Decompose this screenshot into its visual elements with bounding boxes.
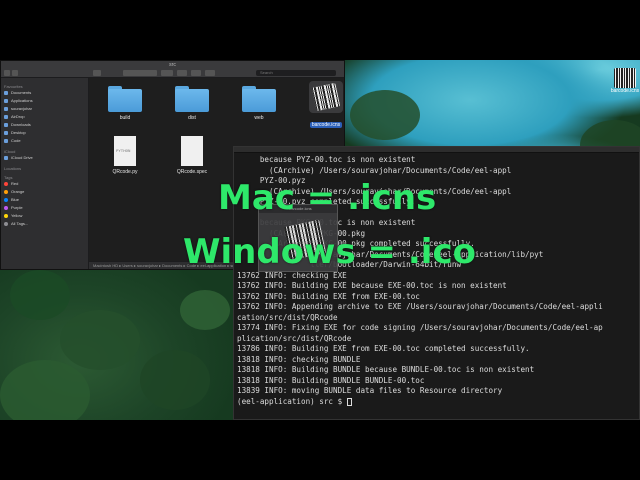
airdrop-icon [4, 115, 8, 119]
file-name: QRcode.py [112, 169, 138, 175]
action-button[interactable] [93, 70, 101, 76]
file-name-selected: barcode.icns [309, 122, 343, 128]
terminal-line: cation/src/dist/QRcode [237, 312, 338, 322]
sidebar-item-desktop[interactable]: Desktop [4, 129, 85, 137]
home-icon [4, 107, 8, 111]
file-item-web[interactable]: web [229, 86, 289, 121]
sidebar-item-code[interactable]: Code [4, 137, 85, 145]
group-button[interactable] [161, 70, 173, 76]
tag-color-icon [4, 206, 8, 210]
terminal-line: plication/src/dist/QRcode [237, 333, 352, 343]
terminal-line: 13774 INFO: Fixing EXE for code signing … [237, 323, 603, 332]
sidebar-item-downloads[interactable]: Downloads [4, 121, 85, 129]
python-file-icon: PYTHON [114, 136, 136, 166]
tag-color-icon [4, 222, 8, 226]
document-icon [181, 136, 203, 166]
sidebar-item-documents[interactable]: Documents [4, 89, 85, 97]
tag-color-icon [4, 190, 8, 194]
text-cursor [346, 397, 352, 406]
sidebar-item-icloud-drive[interactable]: iCloud Drive [4, 154, 85, 162]
tag-color-icon [4, 214, 8, 218]
terminal-line: 13762 INFO: Building EXE because EXE-00.… [237, 281, 507, 290]
terminal-line: 13786 INFO: Building EXE from EXE-00.toc… [237, 344, 530, 353]
terminal-prompt: (eel-application) src $ [237, 396, 343, 406]
terminal-prompt-line[interactable]: (eel-application) src $ [237, 397, 639, 408]
download-icon [4, 123, 8, 127]
terminal-line: 13762 INFO: checking EXE [237, 270, 347, 280]
letterbox-bottom [0, 420, 640, 480]
applications-icon [4, 99, 8, 103]
sidebar-tag-purple[interactable]: Purple [4, 204, 85, 212]
folder-icon [175, 86, 209, 112]
file-name: web [254, 115, 264, 121]
terminal-line: 13839 INFO: moving BUNDLE data files to … [237, 386, 503, 395]
sidebar-locations-header: Locations [4, 166, 22, 171]
barcode-icon [309, 81, 343, 113]
file-item-qrcode-py[interactable]: PYTHON QRcode.py [95, 136, 155, 175]
sidebar-item-airdrop[interactable]: AirDrop [4, 113, 85, 121]
desktop-file-label: barcode.icns [610, 88, 640, 94]
file-name: QRcode.spec [176, 169, 208, 175]
share-button[interactable] [177, 70, 187, 76]
sidebar-item-applications[interactable]: Applications [4, 97, 85, 105]
caption-windows: Windows = .ico [183, 232, 476, 272]
sidebar-tag-red[interactable]: Red [4, 180, 85, 188]
file-item-build[interactable]: build [95, 86, 155, 121]
terminal-line: 13818 INFO: Building BUNDLE BUNDLE-00.to… [237, 375, 425, 385]
terminal-line: 13818 INFO: checking BUNDLE [237, 354, 361, 364]
finder-title: src [169, 61, 176, 68]
finder-toolbar: Search [1, 68, 344, 78]
sidebar-tag-blue[interactable]: Blue [4, 196, 85, 204]
file-name: dist [188, 115, 196, 121]
letterbox-top [0, 0, 640, 60]
more-button[interactable] [205, 70, 215, 76]
barcode-icon [614, 68, 636, 88]
file-item-dist[interactable]: dist [162, 86, 222, 121]
caption-mac: Mac = .icns [218, 178, 437, 218]
desktop-icon [4, 131, 8, 135]
cloud-icon [4, 156, 8, 160]
finder-sidebar: Favourites Documents Applications sourav… [1, 78, 89, 269]
file-name: build [119, 115, 131, 121]
finder-titlebar[interactable]: src [1, 61, 344, 68]
folder-icon [4, 139, 8, 143]
terminal-line: 13818 INFO: Building BUNDLE because BUND… [237, 365, 535, 374]
tag-color-icon [4, 198, 8, 202]
sidebar-tag-all[interactable]: All Tags... [4, 220, 85, 228]
forward-button[interactable] [12, 70, 18, 76]
tags-button[interactable] [191, 70, 201, 76]
file-item-barcode-icns[interactable]: barcode.icns [296, 81, 344, 131]
sidebar-item-home[interactable]: souravjohar [4, 105, 85, 113]
view-mode-selector[interactable] [123, 70, 157, 76]
folder-icon [242, 86, 276, 112]
folder-icon [108, 86, 142, 112]
terminal-titlebar[interactable] [234, 147, 639, 153]
terminal-line: 13762 INFO: Appending archive to EXE /Us… [237, 302, 603, 311]
terminal-line: because PYZ-00.toc is non existent [237, 155, 416, 164]
file-item-qrcode-spec[interactable]: QRcode.spec [162, 136, 222, 175]
search-input[interactable]: Search [256, 70, 336, 76]
desktop-file-icon[interactable]: barcode.icns [610, 68, 640, 94]
folder-icon [4, 91, 8, 95]
terminal-line: (CArchive) /Users/souravjohar/Documents/… [237, 165, 512, 175]
tag-color-icon [4, 182, 8, 186]
back-button[interactable] [4, 70, 10, 76]
sidebar-tag-yellow[interactable]: Yellow [4, 212, 85, 220]
terminal-line: 13762 INFO: Building EXE from EXE-00.toc [237, 291, 420, 301]
sidebar-tag-orange[interactable]: Orange [4, 188, 85, 196]
